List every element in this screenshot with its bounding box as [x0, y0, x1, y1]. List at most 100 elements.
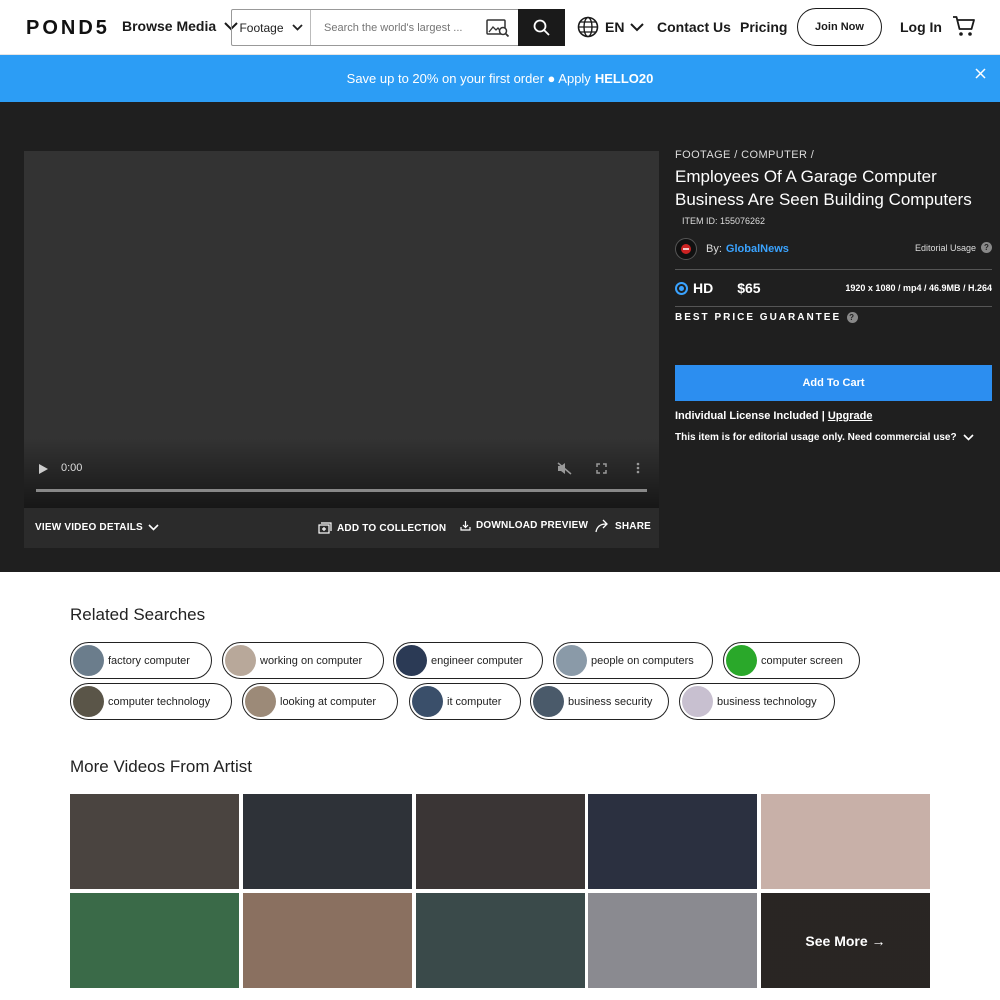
see-more-label: See More → [805, 932, 886, 949]
clip-specs: 1920 x 1080 / mp4 / 46.9MB / H.264 [845, 283, 992, 293]
related-search-chip[interactable]: factory computer [70, 642, 212, 679]
video-thumbnail[interactable] [761, 794, 930, 889]
radio-selected-icon[interactable] [675, 281, 688, 295]
chevron-down-icon [962, 434, 974, 441]
artist-link[interactable]: GlobalNews [726, 243, 789, 255]
chip-thumbnail [556, 645, 587, 676]
image-search-icon [486, 18, 510, 37]
join-now-button[interactable]: Join Now [797, 8, 882, 46]
editorial-note[interactable]: This item is for editorial usage only. N… [675, 432, 974, 443]
video-thumbnail[interactable] [243, 794, 412, 889]
video-thumbnail[interactable] [70, 794, 239, 889]
help-icon[interactable]: ? [981, 242, 992, 253]
help-icon[interactable]: ? [847, 312, 859, 323]
add-to-cart-button[interactable]: Add To Cart [675, 365, 992, 401]
clip-title: Employees Of A Garage Computer Business … [675, 167, 972, 209]
divider [675, 306, 992, 307]
search-bar: Footage [231, 9, 565, 46]
breadcrumb-footage[interactable]: FOOTAGE [675, 149, 731, 161]
more-videos-title: More Videos From Artist [70, 757, 253, 776]
video-player[interactable]: 0:00 [24, 151, 659, 508]
share-label: SHARE [615, 520, 652, 532]
chip-thumbnail [533, 686, 564, 717]
best-price-label: BEST PRICE GUARANTEE [675, 312, 842, 323]
search-button[interactable] [518, 9, 565, 46]
related-search-chip[interactable]: engineer computer [393, 642, 543, 679]
editorial-usage-label: Editorial Usage [914, 242, 976, 253]
pond5-logo[interactable]: POND5 [26, 17, 110, 40]
chevron-down-icon [630, 22, 645, 31]
artist-logo-icon [681, 244, 691, 254]
contact-us-link[interactable]: Contact Us [657, 19, 731, 35]
chip-label: working on computer [260, 654, 363, 667]
related-search-chip[interactable]: working on computer [222, 642, 384, 679]
artist-info: By: GlobalNews [675, 238, 789, 260]
license-label: Individual License Included [675, 410, 819, 422]
artist-avatar[interactable] [675, 238, 697, 260]
chip-label: computer screen [761, 654, 843, 667]
chip-label: factory computer [108, 654, 190, 667]
video-thumbnail[interactable] [416, 893, 585, 988]
language-label: EN [605, 19, 625, 35]
share-icon [595, 519, 608, 533]
header: POND5 Browse Media Footage EN [0, 0, 1000, 55]
related-search-chip[interactable]: business technology [679, 683, 835, 720]
download-preview-button[interactable]: DOWNLOAD PREVIEW [460, 520, 588, 531]
promo-code: HELLO20 [594, 71, 654, 86]
chip-label: people on computers [591, 654, 694, 667]
format-label: HD [693, 280, 714, 296]
close-icon[interactable] [975, 68, 986, 79]
chip-thumbnail [412, 686, 443, 717]
more-options-icon[interactable] [636, 462, 640, 474]
pricing-link[interactable]: Pricing [740, 19, 787, 35]
editorial-note-text: This item is for editorial usage only. N… [675, 432, 957, 443]
progress-bar[interactable] [36, 489, 647, 492]
related-search-chip[interactable]: looking at computer [242, 683, 398, 720]
video-thumbnail[interactable] [588, 794, 757, 889]
related-search-chip[interactable]: computer screen [723, 642, 860, 679]
chip-label: computer technology [108, 695, 211, 708]
play-icon[interactable] [39, 464, 48, 474]
related-search-chip[interactable]: people on computers [553, 642, 713, 679]
related-search-chip[interactable]: computer technology [70, 683, 232, 720]
view-video-details-toggle[interactable]: VIEW VIDEO DETAILS [35, 522, 159, 533]
add-collection-label: ADD TO COLLECTION [337, 522, 447, 534]
video-thumbnail[interactable] [243, 893, 412, 988]
search-icon [533, 19, 550, 36]
chip-thumbnail [245, 686, 276, 717]
cart-icon[interactable] [952, 15, 976, 37]
add-to-collection-button[interactable]: ADD TO COLLECTION [318, 522, 446, 534]
promo-banner: Save up to 20% on your first order ● App… [0, 55, 1000, 102]
search-category-dropdown[interactable]: Footage [232, 10, 311, 45]
chip-thumbnail [73, 645, 104, 676]
mute-icon[interactable] [557, 462, 572, 475]
chip-label: looking at computer [280, 695, 376, 708]
download-preview-label: DOWNLOAD PREVIEW [476, 520, 589, 531]
browse-media-menu[interactable]: Browse Media [122, 18, 238, 34]
breadcrumb-computer[interactable]: COMPUTER [741, 149, 807, 161]
related-search-chip[interactable]: business security [530, 683, 669, 720]
divider [675, 269, 992, 270]
browse-media-label: Browse Media [122, 18, 217, 34]
log-in-link[interactable]: Log In [900, 19, 942, 35]
license-info: Individual License Included | Upgrade [675, 410, 873, 422]
visual-search-button[interactable] [478, 10, 518, 45]
related-search-chip[interactable]: it computer [409, 683, 521, 720]
video-thumbnail[interactable] [588, 893, 757, 988]
see-more-button[interactable]: See More → [761, 893, 930, 988]
chip-label: engineer computer [431, 654, 523, 667]
related-searches-title: Related Searches [70, 605, 206, 624]
search-category-label: Footage [239, 20, 284, 35]
format-option-hd[interactable]: HD $65 1920 x 1080 / mp4 / 46.9MB / H.26… [675, 279, 992, 297]
chevron-down-icon [148, 524, 159, 531]
breadcrumb: FOOTAGE / COMPUTER / [675, 149, 815, 161]
language-selector[interactable]: EN [577, 16, 645, 38]
download-icon [460, 521, 471, 531]
search-input[interactable] [311, 10, 478, 45]
price: $65 [737, 280, 761, 296]
video-thumbnail[interactable] [70, 893, 239, 988]
upgrade-link[interactable]: Upgrade [828, 410, 873, 422]
video-thumbnail[interactable] [416, 794, 585, 889]
share-button[interactable]: SHARE [595, 519, 651, 533]
fullscreen-icon[interactable] [596, 463, 607, 474]
